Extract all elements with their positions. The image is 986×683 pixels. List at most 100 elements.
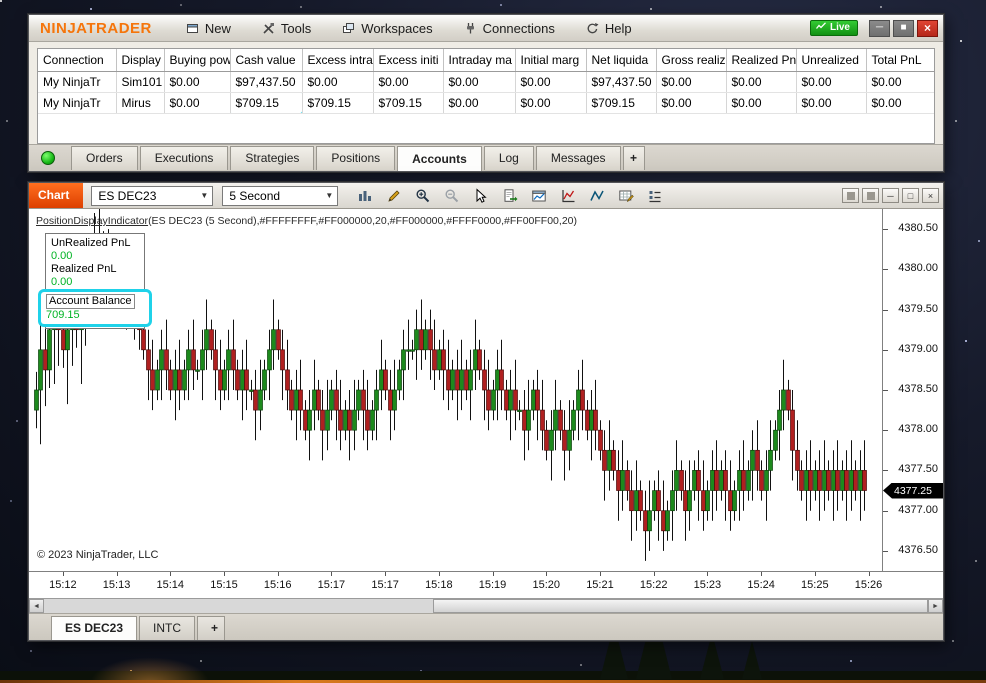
scroll-left-arrow[interactable]: ◄ [29,599,44,613]
export-page-icon[interactable] [498,185,522,206]
y-axis-tick [883,309,888,311]
y-axis-label: 4377.50 [898,463,938,476]
menu-item-tools[interactable]: Tools [260,19,313,38]
help-icon [586,22,599,35]
x-axis-label: 15:13 [102,579,131,591]
column-header-cash-value[interactable]: Cash value [230,49,303,72]
accounts-table: Connection Display Buying pow Cash value Exc… [38,49,934,114]
menu-bar: New Tools Workspaces Connections Help [184,19,634,38]
chart-style-icon[interactable] [353,185,377,206]
account-row[interactable]: My NinjaTr Mirus $0.00 $709.15 $709.15 $709.1… [38,92,934,114]
account-cell-excess-initi: $709.15 [373,92,444,114]
accounts-grid[interactable]: Connection Display Buying pow Cash value Exc… [37,48,935,144]
column-header-excess-initi[interactable]: Excess initi [373,49,444,72]
account-cell-net-liquida: $97,437.50 [586,71,657,93]
x-axis-label: 15:14 [156,579,185,591]
menu-item-help[interactable]: Help [584,19,634,38]
column-header-realized-pn[interactable]: Realized Pn [726,49,797,72]
account-cell-display: Mirus [116,92,165,114]
unrealized-pnl-label: UnRealized PnL [51,237,131,249]
account-cell-unrealized: $0.00 [796,71,867,93]
column-header-connection[interactable]: Connection [38,49,117,72]
add-tab-button[interactable]: + [622,146,645,170]
column-header-buying-pow[interactable]: Buying pow [164,49,231,72]
chart-horizontal-scrollbar[interactable]: ◄ ► [29,598,943,613]
tab-strategies[interactable]: Strategies [230,146,315,170]
chart-minimize-button[interactable]: ─ [882,188,899,203]
indicators-icon[interactable] [556,185,580,206]
x-axis-tick [599,572,601,576]
realized-pnl-label: Realized PnL [51,263,117,275]
control-center-titlebar[interactable]: NINJATRADER New Tools Workspaces Connect… [29,15,943,42]
column-header-initial-marg[interactable]: Initial marg [515,49,587,72]
x-axis-label: 15:24 [747,579,775,591]
chart-plot-area[interactable]: PositionDisplayIndicator(ES DEC23 (5 Sec… [29,209,882,571]
column-header-display[interactable]: Display [116,49,165,72]
column-header-gross-realiz[interactable]: Gross realiz [656,49,727,72]
x-axis-tick [170,572,172,576]
column-header-total-pnl[interactable]: Total PnL [866,49,934,72]
pane-button[interactable] [842,188,859,203]
realized-pnl-value: 0.00 [51,276,73,288]
x-axis-label: 15:12 [49,579,77,591]
interval-value: 5 Second [229,188,281,203]
cursor-icon[interactable] [469,185,493,206]
price-axis[interactable]: 4377.25 4380.50 4380.00 4379.50 4379.00 4378… [882,209,943,571]
data-grid-edit-icon[interactable] [614,185,638,206]
x-axis-tick [653,572,655,576]
zoom-out-icon[interactable] [440,185,464,206]
chart-titlebar[interactable]: Chart ES DEC23 ▼ 5 Second ▼ ─ □ × [29,183,943,209]
scroll-thumb[interactable] [432,599,928,613]
scroll-track[interactable] [44,599,928,613]
tab-log[interactable]: Log [483,146,534,170]
pane-button[interactable] [862,188,879,203]
time-axis[interactable]: 15:12 15:13 15:14 15:15 15:16 15:17 15:17 15:18… [29,571,943,598]
tab-accounts[interactable]: Accounts [397,145,482,171]
x-axis-tick [116,572,118,576]
account-cell-initial-marg: $0.00 [515,92,587,114]
tab-orders[interactable]: Orders [71,146,138,170]
chart-close-button[interactable]: × [922,188,939,203]
scroll-right-arrow[interactable]: ► [928,599,943,613]
instrument-dropdown[interactable]: ES DEC23 ▼ [91,185,214,206]
drawing-pencil-icon[interactable] [382,185,406,206]
maximize-button[interactable]: ■ [893,19,914,37]
menu-item-connections[interactable]: Connections [462,19,557,38]
starry-sky [0,0,2,2]
chart-tab-es-dec23[interactable]: ES DEC23 [51,616,138,640]
y-axis-label: 4379.00 [898,342,938,355]
tab-executions[interactable]: Executions [139,146,229,170]
column-header-net-liquida[interactable]: Net liquida [586,49,657,72]
menu-item-workspaces[interactable]: Workspaces [340,19,434,38]
new-window-icon [186,22,199,35]
x-axis-tick [331,572,333,576]
x-axis-label: 15:18 [425,579,453,591]
ninjatrader-logo: NINJATRADER [40,19,152,37]
tab-positions[interactable]: Positions [316,146,396,170]
account-cell-excess-initi: $0.00 [373,71,444,93]
minimize-button[interactable]: ─ [869,19,890,37]
tab-messages[interactable]: Messages [535,146,621,170]
interval-dropdown[interactable]: 5 Second ▼ [222,185,339,206]
connections-icon [464,22,477,35]
zoom-in-icon[interactable] [411,185,435,206]
chart-tab-intc[interactable]: INTC [139,616,196,640]
column-header-intraday-ma[interactable]: Intraday ma [443,49,516,72]
account-cell-excess-intra: $709.15 [302,92,374,114]
chart-panel-icon[interactable] [527,185,551,206]
column-header-unrealized[interactable]: Unrealized [796,49,867,72]
close-button[interactable]: × [917,19,938,37]
live-connection-badge: Live [809,20,858,36]
y-axis-tick [883,470,888,472]
unrealized-pnl-value: 0.00 [51,250,73,262]
chart-add-tab-button[interactable]: + [197,616,226,640]
chart-maximize-button[interactable]: □ [902,188,919,203]
properties-list-icon[interactable] [643,185,667,206]
chart-window: Chart ES DEC23 ▼ 5 Second ▼ ─ □ × Positi… [28,182,944,641]
zigzag-line-icon[interactable] [585,185,609,206]
column-header-excess-intra[interactable]: Excess intra [302,49,374,72]
menu-item-new[interactable]: New [184,19,233,38]
account-row[interactable]: My NinjaTr Sim101 $0.00 $97,437.50 $0.00 $0.0… [38,71,934,93]
chevron-down-icon: ▼ [325,191,334,200]
x-axis-label: 15:19 [478,579,507,591]
